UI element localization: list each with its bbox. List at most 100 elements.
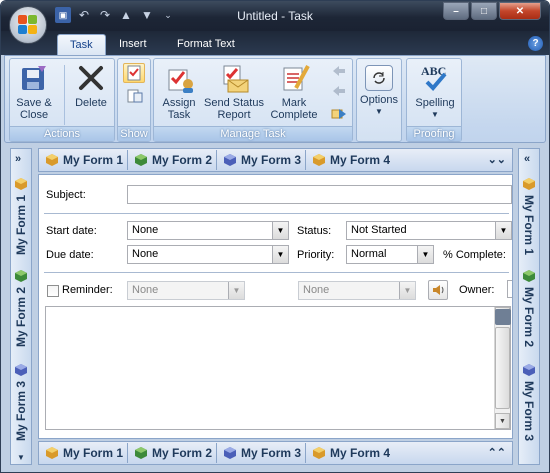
minimize-button[interactable]: – bbox=[443, 2, 469, 20]
group-label-manage-task: Manage Task bbox=[154, 126, 352, 141]
details-button[interactable] bbox=[126, 87, 144, 105]
office-button[interactable] bbox=[9, 6, 47, 44]
ribbon: Save & Close Delete Actions Show Assign … bbox=[4, 55, 546, 143]
assign-task-icon bbox=[163, 62, 195, 94]
send-status-report-button[interactable]: Send Status Report bbox=[202, 62, 266, 121]
reply-icon bbox=[333, 66, 345, 76]
separator bbox=[64, 65, 65, 125]
scrollbar-thumb[interactable] bbox=[495, 327, 510, 409]
divider bbox=[44, 272, 509, 273]
group-label-proofing: Proofing bbox=[407, 126, 461, 141]
form-region-icon bbox=[45, 446, 59, 460]
reminder-time-dropdown[interactable]: None ▼ bbox=[298, 281, 416, 300]
reminder-sound-button[interactable] bbox=[428, 280, 448, 300]
priority-label: Priority: bbox=[297, 249, 335, 261]
assign-task-button[interactable]: Assign Task bbox=[160, 62, 198, 121]
office-logo-icon bbox=[18, 15, 38, 35]
tab-format-text[interactable]: Format Text bbox=[165, 34, 247, 55]
notes-options-icon[interactable] bbox=[495, 309, 511, 325]
group-label-show: Show bbox=[118, 126, 150, 141]
tab-task[interactable]: Task bbox=[57, 34, 106, 55]
scroll-down-icon[interactable]: ▼ bbox=[495, 413, 510, 429]
form-region-icon bbox=[522, 177, 536, 191]
delete-button[interactable]: Delete bbox=[70, 62, 112, 109]
bottom-tab-my-form-2[interactable]: My Form 2 bbox=[128, 443, 218, 463]
notes-scrollbar[interactable]: ▲ ▼ bbox=[494, 307, 510, 429]
side-tab-my-form-3[interactable]: My Form 3 bbox=[12, 363, 30, 441]
form-tab-label: My Form 3 bbox=[241, 446, 302, 460]
reply-all-button[interactable] bbox=[330, 83, 348, 99]
top-tab-my-form-2[interactable]: My Form 2 bbox=[128, 150, 218, 170]
subject-input[interactable] bbox=[127, 185, 512, 204]
status-dropdown[interactable]: Not Started ▼ bbox=[346, 221, 512, 240]
spelling-label: Spelling bbox=[415, 97, 455, 109]
bottom-tab-my-form-3[interactable]: My Form 3 bbox=[217, 443, 307, 463]
details-icon bbox=[127, 89, 143, 103]
divider bbox=[44, 213, 509, 214]
form-tab-label: My Form 4 bbox=[330, 153, 391, 167]
side-tab-my-form-1[interactable]: My Form 1 bbox=[12, 177, 30, 255]
send-status-report-icon bbox=[218, 62, 250, 94]
right-form-region-rail: « My Form 1 My Form 2 My Form 3 bbox=[518, 148, 540, 465]
reminder-date-value: None bbox=[132, 284, 159, 296]
group-show: Show bbox=[117, 58, 151, 142]
start-date-label: Start date: bbox=[46, 225, 97, 237]
form-tab-label: My Form 2 bbox=[152, 153, 213, 167]
group-actions: Save & Close Delete Actions bbox=[9, 58, 115, 142]
owner-field[interactable] bbox=[507, 280, 512, 298]
right-tab-my-form-2[interactable]: My Form 2 bbox=[520, 269, 538, 347]
expand-bottom-icon[interactable]: ⌃⌃ bbox=[488, 446, 506, 459]
side-tab-label: My Form 2 bbox=[14, 287, 28, 348]
priority-dropdown[interactable]: Normal ▼ bbox=[346, 245, 434, 264]
save-close-button[interactable]: Save & Close bbox=[14, 62, 54, 121]
form-region-icon bbox=[522, 363, 536, 377]
expand-right-icon[interactable]: « bbox=[524, 153, 530, 165]
priority-value: Normal bbox=[351, 248, 387, 260]
right-tab-my-form-3[interactable]: My Form 3 bbox=[520, 363, 538, 441]
delete-icon bbox=[75, 62, 107, 94]
start-date-dropdown[interactable]: None ▼ bbox=[127, 221, 289, 240]
reminder-time-value: None bbox=[303, 284, 330, 296]
form-tab-label: My Form 3 bbox=[241, 153, 302, 167]
collapse-top-icon[interactable]: ⌄⌄ bbox=[488, 153, 506, 166]
mark-complete-label: Mark Complete bbox=[270, 97, 318, 121]
task-view-button[interactable] bbox=[123, 63, 145, 83]
start-date-value: None bbox=[132, 224, 159, 236]
spelling-button[interactable]: ABC Spelling ▼ bbox=[411, 62, 459, 121]
top-tab-my-form-3[interactable]: My Form 3 bbox=[217, 150, 307, 170]
bottom-tab-my-form-1[interactable]: My Form 1 bbox=[39, 443, 129, 463]
assign-task-label: Assign Task bbox=[162, 97, 196, 121]
notes-body[interactable]: ▲ ▼ bbox=[45, 306, 511, 430]
form-region-icon bbox=[223, 446, 237, 460]
task-view-icon bbox=[127, 65, 141, 81]
form-tab-label: My Form 4 bbox=[330, 446, 391, 460]
save-close-icon bbox=[18, 62, 50, 94]
help-icon[interactable]: ? bbox=[528, 36, 543, 51]
group-label-actions: Actions bbox=[10, 126, 114, 141]
form-region-icon bbox=[312, 446, 326, 460]
close-button[interactable]: ✕ bbox=[499, 2, 541, 20]
forward-button[interactable] bbox=[330, 105, 348, 121]
reminder-checkbox[interactable] bbox=[47, 285, 59, 297]
reply-button[interactable] bbox=[330, 63, 348, 79]
form-region-icon bbox=[312, 153, 326, 167]
group-options: Options ▼ bbox=[356, 58, 402, 142]
side-tab-my-form-2[interactable]: My Form 2 bbox=[12, 269, 30, 347]
bottom-tab-my-form-4[interactable]: My Form 4 bbox=[306, 443, 394, 463]
expand-left-icon[interactable]: » bbox=[15, 153, 21, 165]
form-region-icon bbox=[134, 153, 148, 167]
top-tab-my-form-1[interactable]: My Form 1 bbox=[39, 150, 129, 170]
top-tab-my-form-4[interactable]: My Form 4 bbox=[306, 150, 394, 170]
form-region-icon bbox=[14, 269, 28, 283]
chevron-down-icon: ▼ bbox=[431, 110, 439, 119]
save-close-label: Save & Close bbox=[16, 97, 52, 121]
scroll-down-icon[interactable]: ▼ bbox=[17, 453, 25, 462]
tab-insert[interactable]: Insert bbox=[107, 34, 159, 55]
task-window: ▣ ↶ ↷ ▲ ▼ ⌄ Untitled - Task – □ ✕ Task I… bbox=[0, 0, 550, 473]
mark-complete-button[interactable]: Mark Complete bbox=[268, 62, 320, 121]
reminder-date-dropdown[interactable]: None ▼ bbox=[127, 281, 245, 300]
due-date-dropdown[interactable]: None ▼ bbox=[127, 245, 289, 264]
right-tab-my-form-1[interactable]: My Form 1 bbox=[520, 177, 538, 255]
options-button[interactable]: Options ▼ bbox=[359, 62, 399, 118]
maximize-button[interactable]: □ bbox=[471, 2, 497, 20]
